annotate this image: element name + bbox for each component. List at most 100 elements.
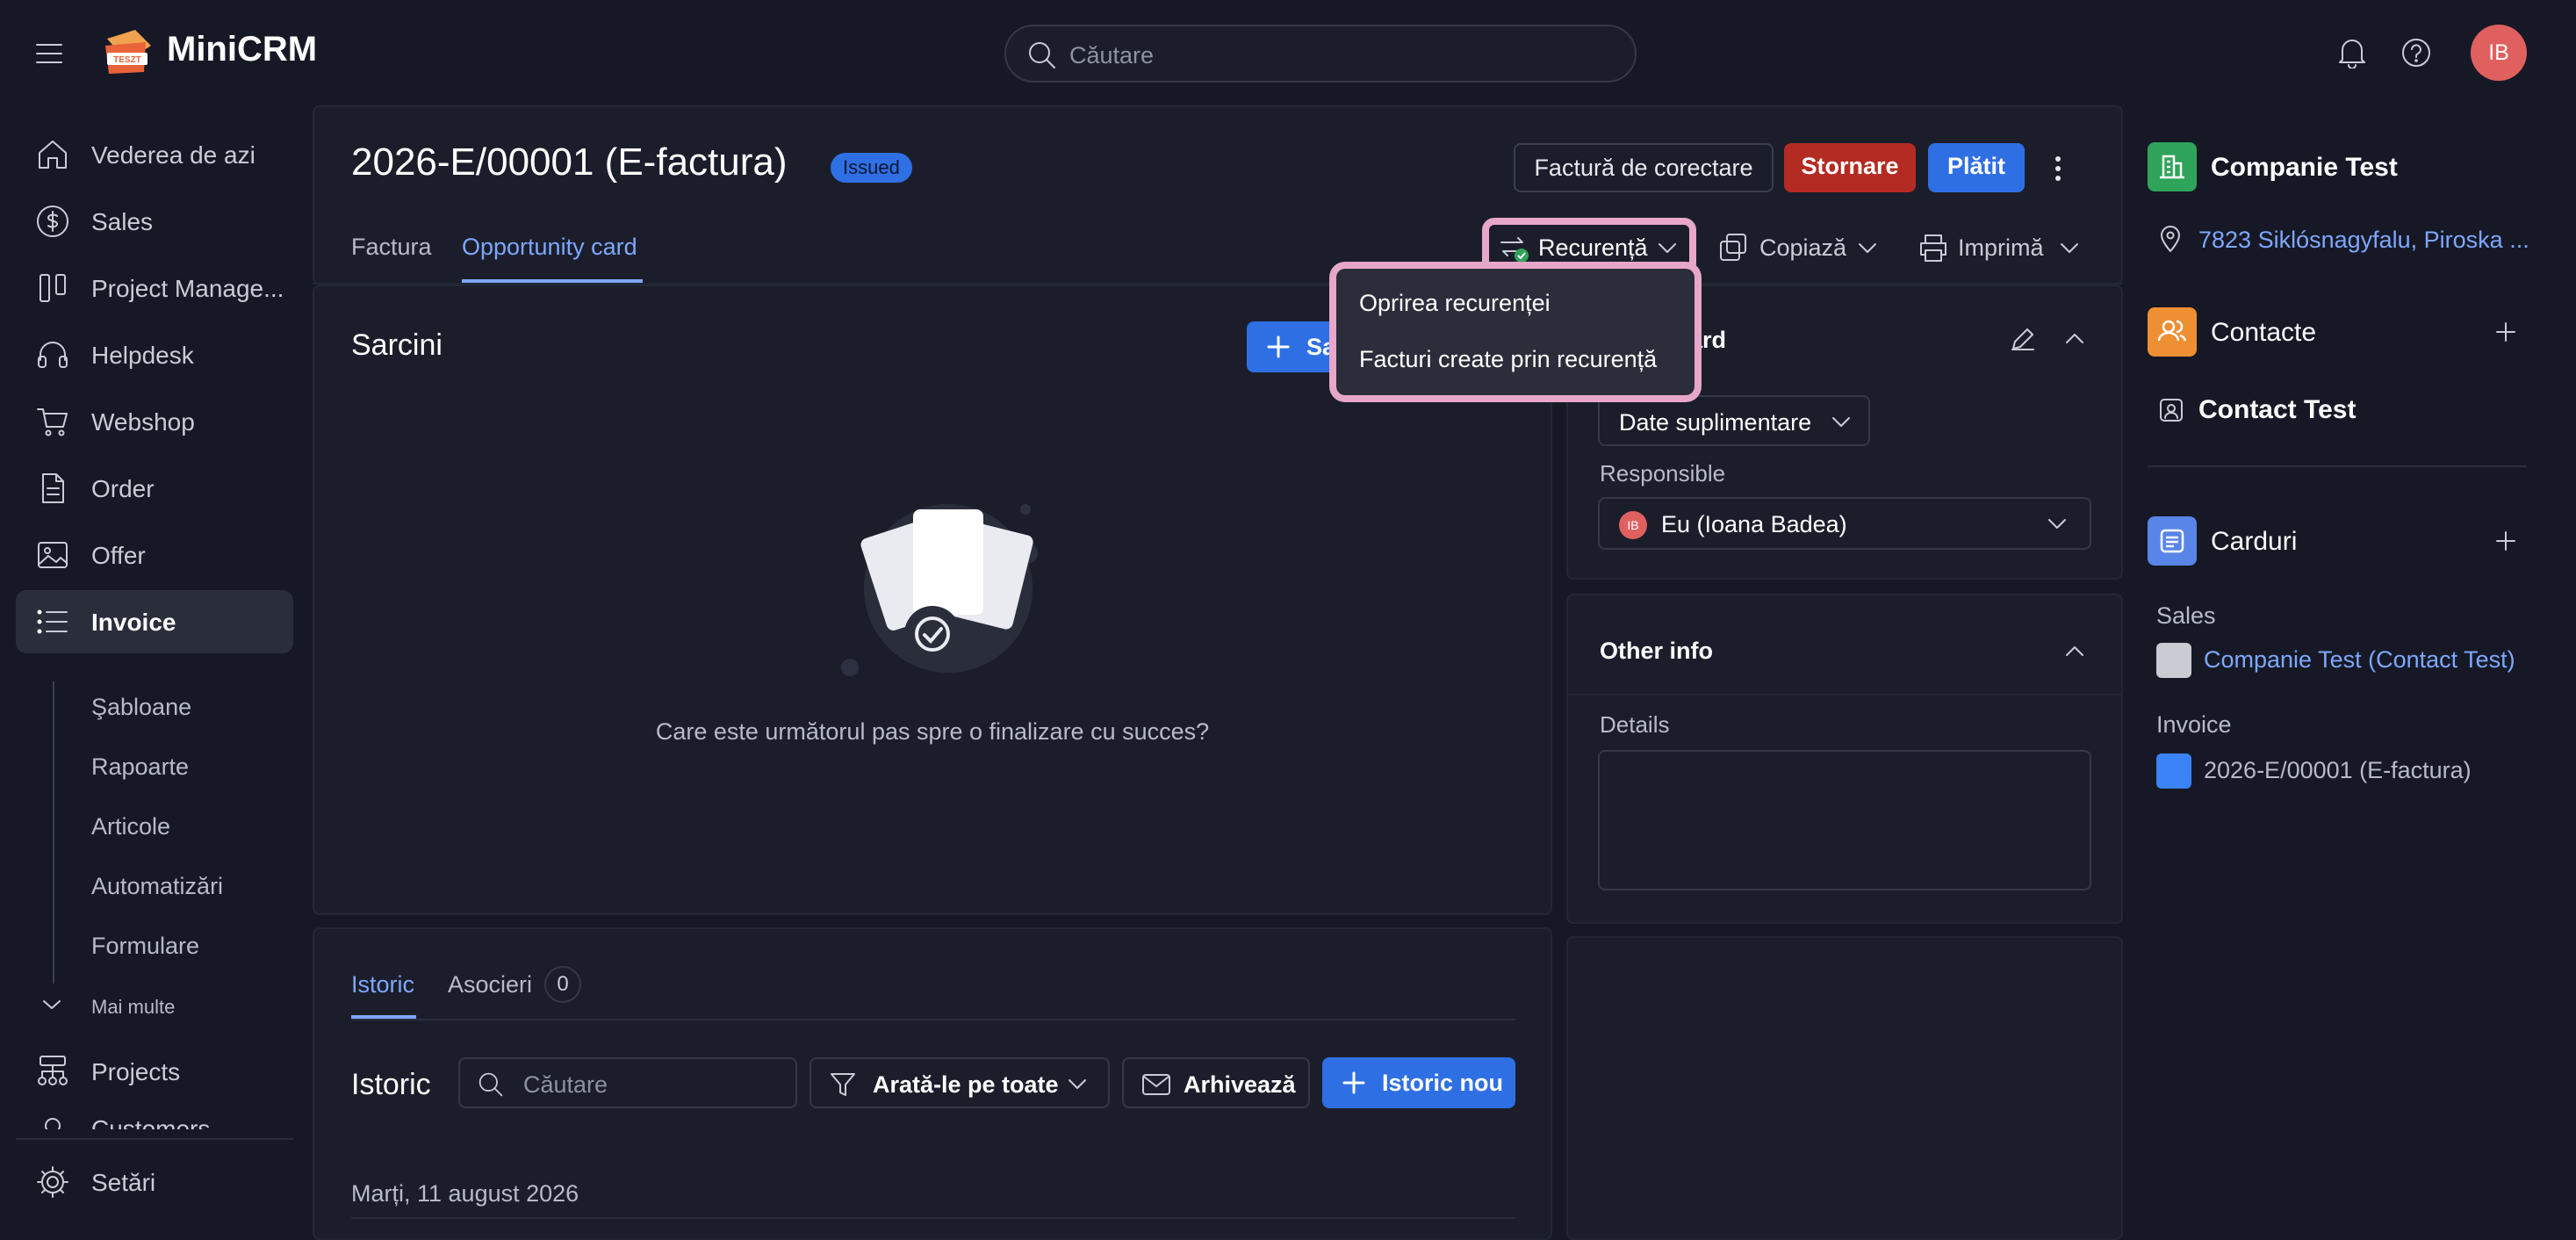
sidebar: Vederea de azi Sales Project Manage... H… xyxy=(0,105,313,1240)
sidebar-item-label: Vederea de azi xyxy=(91,141,255,169)
copy-button[interactable]: Copiază xyxy=(1717,230,1893,265)
responsible-select[interactable]: IB Eu (Ioana Badea) xyxy=(1598,497,2091,550)
sidebar-item-offer[interactable]: Offer xyxy=(16,523,293,587)
sidebar-item-customers[interactable]: Customers xyxy=(16,1107,293,1129)
paid-button[interactable]: Plătit xyxy=(1928,143,2025,192)
storno-button[interactable]: Stornare xyxy=(1784,143,1916,192)
search-placeholder: Căutare xyxy=(1069,42,1155,68)
menu-icon[interactable] xyxy=(35,42,63,65)
archive-button[interactable]: Arhivează xyxy=(1122,1057,1310,1108)
chevron-down-icon xyxy=(1066,1077,1089,1092)
submenu-item-forms[interactable]: Formulare xyxy=(91,933,199,960)
print-label: Imprimă xyxy=(1958,234,2044,261)
sitemap-icon xyxy=(35,1054,70,1089)
chevron-up-icon[interactable] xyxy=(2063,330,2086,346)
chevron-down-icon xyxy=(1830,415,1853,430)
details-textarea[interactable] xyxy=(1598,750,2091,890)
sidebar-item-order[interactable]: Order xyxy=(16,457,293,520)
sales-card-swatch xyxy=(2156,643,2191,678)
search-placeholder: Căutare xyxy=(523,1071,608,1098)
document-icon xyxy=(35,471,70,506)
history-search-input[interactable]: Căutare xyxy=(458,1057,797,1108)
new-history-button[interactable]: Istoric nou xyxy=(1322,1057,1515,1108)
tabs-divider xyxy=(351,1019,1515,1020)
sidebar-item-label: Invoice xyxy=(91,609,176,636)
correction-invoice-button[interactable]: Factură de corectare xyxy=(1514,143,1774,192)
company-address-link[interactable]: 7823 Siklósnagyfalu, Piroska ... xyxy=(2198,227,2529,254)
sidebar-item-label: Order xyxy=(91,475,155,502)
chevron-up-icon[interactable] xyxy=(2063,643,2086,659)
history-title: Istoric xyxy=(351,1068,431,1101)
submenu-item-automations[interactable]: Automatizări xyxy=(91,873,223,900)
tab-opportunity-card[interactable]: Opportunity card xyxy=(462,234,637,261)
sidebar-item-today[interactable]: Vederea de azi xyxy=(16,123,293,186)
menu-item-recurring-invoices[interactable]: Facturi create prin recurență xyxy=(1359,346,1657,373)
cards-icon xyxy=(2148,516,2197,566)
user-icon xyxy=(35,1115,70,1129)
other-info-title: Other info xyxy=(1600,638,1713,664)
add-card-icon[interactable] xyxy=(2493,529,2518,553)
sidebar-item-label: Projects xyxy=(91,1058,181,1085)
headset-icon xyxy=(35,337,70,372)
contact-name[interactable]: Contact Test xyxy=(2198,395,2356,425)
sidebar-item-webshop[interactable]: Webshop xyxy=(16,390,293,453)
contacts-title: Contacte xyxy=(2211,318,2317,347)
sidebar-item-label: Webshop xyxy=(91,408,195,436)
empty-state-text: Care este următorul pas spre o finalizar… xyxy=(655,718,1210,745)
extra-data-dropdown[interactable]: Date suplimentare xyxy=(1598,395,1870,446)
submenu-item-articles[interactable]: Articole xyxy=(91,813,170,840)
filter-label: Arată-le pe toate xyxy=(873,1071,1059,1098)
user-avatar[interactable]: IB xyxy=(2471,25,2527,81)
bell-icon[interactable] xyxy=(2337,37,2367,68)
submenu-item-reports[interactable]: Rapoarte xyxy=(91,753,189,781)
associations-count: 0 xyxy=(544,966,581,1003)
print-button[interactable]: Imprimă xyxy=(1918,230,2093,265)
edit-icon[interactable] xyxy=(2009,325,2037,353)
contacts-icon xyxy=(2148,307,2197,357)
new-history-label: Istoric nou xyxy=(1382,1070,1504,1096)
add-contact-icon[interactable] xyxy=(2493,320,2518,344)
chevron-down-icon xyxy=(2046,516,2069,532)
home-icon xyxy=(35,137,70,172)
right-divider xyxy=(2148,465,2527,467)
tab-invoice[interactable]: Factura xyxy=(351,234,432,261)
page-title: 2026-E/00001 (E-factura) xyxy=(351,141,788,184)
company-name[interactable]: Companie Test xyxy=(2211,153,2398,183)
location-pin-icon xyxy=(2158,225,2183,253)
empty-state-illustration xyxy=(825,492,1071,685)
sales-label: Sales xyxy=(2156,602,2216,629)
sidebar-item-helpdesk[interactable]: Helpdesk xyxy=(16,323,293,386)
sidebar-item-project-management[interactable]: Project Manage... xyxy=(16,256,293,320)
chevron-down-icon[interactable] xyxy=(40,996,63,1013)
more-vertical-icon[interactable] xyxy=(2047,153,2069,184)
highlight-ring xyxy=(1482,218,1696,276)
search-icon xyxy=(478,1071,504,1098)
sidebar-item-label: Project Manage... xyxy=(91,275,284,302)
sidebar-item-settings[interactable]: Setări xyxy=(16,1150,293,1214)
more-toggle[interactable]: Mai multe xyxy=(91,996,175,1019)
copy-label: Copiază xyxy=(1759,234,1847,261)
extra-data-label: Date suplimentare xyxy=(1619,409,1812,436)
submenu-line xyxy=(53,681,54,984)
sales-card-link[interactable]: Companie Test (Contact Test) xyxy=(2204,646,2515,674)
printer-icon xyxy=(1918,232,1949,263)
tab-associations[interactable]: Asocieri xyxy=(448,971,532,998)
invoice-card-link[interactable]: 2026-E/00001 (E-factura) xyxy=(2204,757,2472,784)
search-input[interactable]: Căutare xyxy=(1004,25,1637,83)
plus-icon xyxy=(1266,335,1291,359)
submenu-item-templates[interactable]: Şabloane xyxy=(91,694,191,721)
responsible-avatar: IB xyxy=(1619,511,1647,539)
sidebar-item-label: Helpdesk xyxy=(91,342,194,369)
menu-item-stop-recurrence[interactable]: Oprirea recurenței xyxy=(1359,290,1551,317)
invoice-label: Invoice xyxy=(2156,711,2232,738)
sidebar-item-sales[interactable]: Sales xyxy=(16,190,293,253)
responsible-label: Responsible xyxy=(1600,460,1726,487)
sidebar-item-projects[interactable]: Projects xyxy=(16,1040,293,1103)
tab-history[interactable]: Istoric xyxy=(351,971,414,998)
history-filter-dropdown[interactable]: Arată-le pe toate xyxy=(809,1057,1110,1108)
company-icon xyxy=(2148,142,2197,191)
cards-title: Carduri xyxy=(2211,527,2298,556)
image-icon xyxy=(35,537,70,573)
help-icon[interactable] xyxy=(2400,37,2432,68)
sidebar-item-invoice[interactable]: Invoice xyxy=(16,590,293,653)
